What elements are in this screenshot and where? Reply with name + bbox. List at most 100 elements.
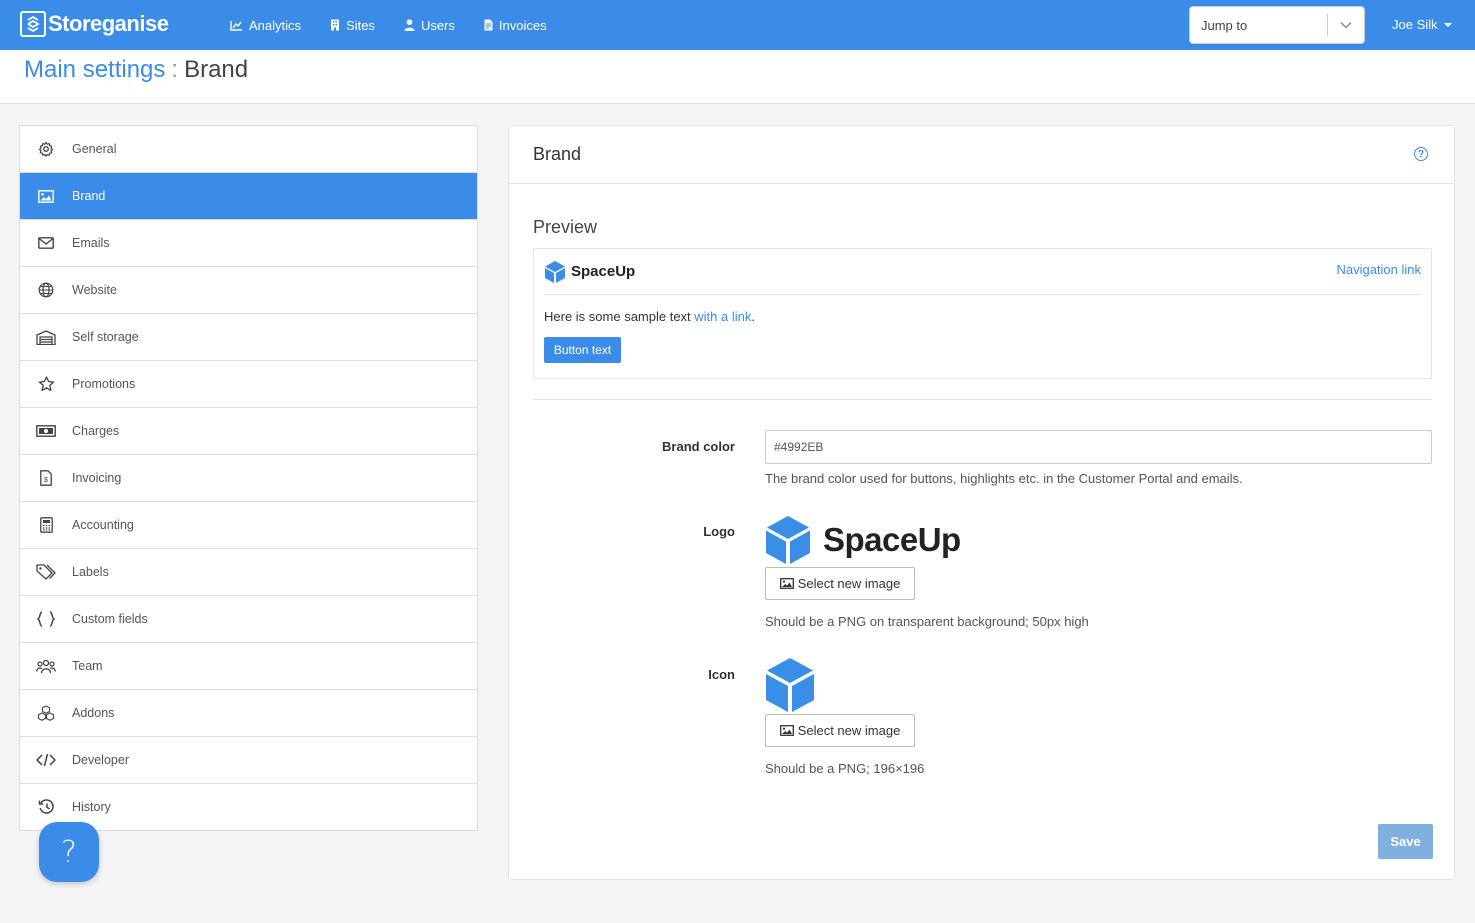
envelope-icon bbox=[20, 237, 72, 249]
gear-icon bbox=[20, 141, 72, 157]
sidebar-item-team[interactable]: Team bbox=[20, 643, 477, 690]
jump-to-placeholder: Jump to bbox=[1201, 17, 1248, 33]
nav-analytics[interactable]: Analytics bbox=[230, 18, 301, 33]
app-logo[interactable]: Storeganise bbox=[20, 11, 169, 37]
brand-color-input[interactable] bbox=[765, 430, 1432, 464]
top-navbar: Storeganise Analytics Sites Users Invoic… bbox=[0, 0, 1475, 50]
tags-icon bbox=[20, 564, 72, 580]
sidebar-item-label: Promotions bbox=[72, 377, 136, 391]
nav-users[interactable]: Users bbox=[404, 18, 455, 33]
sidebar-item-label: Emails bbox=[72, 236, 110, 250]
nav-sites-label: Sites bbox=[346, 17, 375, 33]
sidebar-item-label: Invoicing bbox=[72, 471, 122, 485]
sidebar-item-label: Charges bbox=[72, 424, 120, 438]
image-icon bbox=[779, 578, 794, 589]
sidebar-item-custom-fields[interactable]: Custom fields bbox=[20, 596, 477, 643]
sidebar-item-accounting[interactable]: Accounting bbox=[20, 502, 477, 549]
sidebar-item-label: Website bbox=[72, 283, 117, 297]
breadcrumb-separator: : bbox=[171, 56, 179, 83]
calculator-icon bbox=[20, 517, 72, 533]
logo-help: Should be a PNG on transparent backgroun… bbox=[765, 614, 1089, 629]
cubes-icon bbox=[20, 705, 72, 721]
sidebar-item-label: Labels bbox=[72, 565, 109, 579]
team-icon bbox=[20, 659, 72, 674]
building-icon bbox=[331, 19, 340, 31]
garage-icon bbox=[20, 329, 72, 345]
sidebar-item-emails[interactable]: Emails bbox=[20, 220, 477, 267]
preview-sample-text-body: Here is some sample text bbox=[544, 309, 695, 324]
app-brand-name: Storeganise bbox=[48, 11, 169, 36]
chevron-down-icon[interactable] bbox=[1328, 21, 1364, 29]
preview-button[interactable]: Button text bbox=[544, 337, 621, 363]
settings-sidebar: General Brand Emails Website Self storag… bbox=[19, 125, 478, 831]
sidebar-item-addons[interactable]: Addons bbox=[20, 690, 477, 737]
cube-icon bbox=[545, 260, 565, 283]
sidebar-item-label: Addons bbox=[72, 706, 115, 720]
history-icon bbox=[20, 799, 72, 815]
page-header: Main settings : Brand bbox=[0, 50, 1475, 104]
user-menu[interactable]: Joe Silk bbox=[1392, 17, 1452, 32]
icon-image bbox=[765, 657, 815, 716]
card-title: Brand bbox=[533, 144, 582, 164]
question-mark-icon: ? bbox=[61, 834, 77, 870]
sidebar-item-label: Self storage bbox=[72, 330, 139, 344]
preview-header: SpaceUp Navigation link bbox=[544, 249, 1421, 295]
brand-settings-card: Brand ? Preview SpaceUp Navigation link … bbox=[508, 125, 1455, 880]
logo-image: SpaceUp bbox=[765, 515, 961, 565]
logo-label: Logo bbox=[703, 524, 735, 539]
svg-text:$: $ bbox=[44, 477, 48, 484]
help-circle-icon[interactable]: ? bbox=[1414, 147, 1428, 161]
preview-title: Preview bbox=[533, 217, 598, 237]
user-icon bbox=[404, 19, 415, 31]
nav-invoices-label: Invoices bbox=[498, 17, 547, 33]
icon-help: Should be a PNG; 196×196 bbox=[765, 761, 925, 776]
star-icon bbox=[20, 376, 72, 392]
sidebar-item-label: Developer bbox=[72, 753, 129, 767]
logo-select-image-label: Select new image bbox=[797, 576, 901, 591]
storeganise-logo-icon bbox=[20, 11, 46, 37]
brand-color-help: The brand color used for buttons, highli… bbox=[765, 471, 1243, 486]
floating-help-button[interactable]: ? bbox=[39, 822, 99, 882]
jump-to-select[interactable]: Jump to bbox=[1189, 6, 1365, 44]
brand-color-label: Brand color bbox=[662, 439, 735, 454]
nav-users-label: Users bbox=[420, 17, 455, 33]
breadcrumb: Main settings : Brand bbox=[24, 56, 248, 84]
cube-icon bbox=[766, 658, 814, 712]
sidebar-item-promotions[interactable]: Promotions bbox=[20, 361, 477, 408]
money-icon bbox=[20, 425, 72, 437]
sidebar-item-invoicing[interactable]: $ Invoicing bbox=[20, 455, 477, 502]
sidebar-item-labels[interactable]: Labels bbox=[20, 549, 477, 596]
code-icon bbox=[20, 753, 72, 767]
sidebar-item-website[interactable]: Website bbox=[20, 267, 477, 314]
sidebar-item-label: Custom fields bbox=[72, 612, 148, 626]
sidebar-item-label: General bbox=[72, 142, 117, 156]
icon-select-image-button[interactable]: Select new image bbox=[765, 714, 915, 747]
sidebar-item-self-storage[interactable]: Self storage bbox=[20, 314, 477, 361]
main-nav: Analytics Sites Users Invoices bbox=[230, 0, 576, 50]
sidebar-item-label: History bbox=[72, 800, 111, 814]
sidebar-item-general[interactable]: General bbox=[20, 126, 477, 173]
preview-sample-link[interactable]: with a link bbox=[694, 309, 751, 324]
breadcrumb-main-settings[interactable]: Main settings bbox=[24, 56, 165, 84]
user-name: Joe Silk bbox=[1392, 17, 1438, 32]
nav-analytics-label: Analytics bbox=[249, 17, 302, 33]
image-icon bbox=[20, 189, 72, 203]
sidebar-item-label: Brand bbox=[72, 189, 106, 203]
sidebar-item-charges[interactable]: Charges bbox=[20, 408, 477, 455]
preview-navigation-link[interactable]: Navigation link bbox=[1336, 262, 1421, 277]
save-button[interactable]: Save bbox=[1378, 824, 1433, 859]
sidebar-item-label: Team bbox=[72, 659, 103, 673]
nav-sites[interactable]: Sites bbox=[330, 18, 375, 33]
braces-icon bbox=[20, 611, 72, 627]
logo-select-image-button[interactable]: Select new image bbox=[765, 567, 915, 600]
brand-preview: SpaceUp Navigation link Here is some sam… bbox=[533, 248, 1432, 379]
icon-select-image-label: Select new image bbox=[797, 723, 901, 738]
sidebar-item-developer[interactable]: Developer bbox=[20, 737, 477, 784]
section-divider bbox=[533, 399, 1432, 400]
preview-sample-text: Here is some sample text with a link. bbox=[544, 309, 755, 324]
invoice-icon: $ bbox=[20, 470, 72, 486]
caret-down-icon bbox=[1443, 22, 1452, 27]
sidebar-item-brand[interactable]: Brand bbox=[20, 173, 477, 220]
nav-invoices[interactable]: Invoices bbox=[484, 18, 547, 33]
image-icon bbox=[779, 725, 794, 736]
